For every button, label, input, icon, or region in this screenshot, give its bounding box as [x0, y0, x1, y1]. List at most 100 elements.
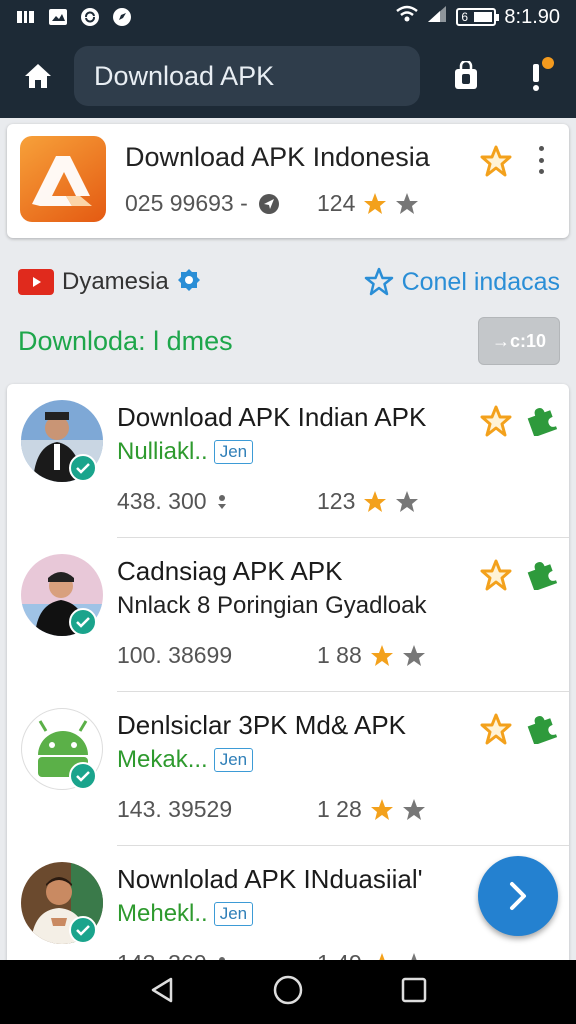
- item-rating-value: 1 88: [317, 642, 362, 668]
- install-button[interactable]: [525, 404, 558, 441]
- system-nav-bar: [0, 960, 576, 1024]
- item-title: Nownlolad APK INduasiial': [117, 864, 423, 894]
- featured-app-card[interactable]: Download APK Indonesia 025 99693 - 124: [7, 124, 569, 238]
- sync-icon: [80, 7, 100, 27]
- star-outline-icon: [480, 145, 512, 177]
- developer-row: Dyamesia Conel indacas: [18, 262, 560, 302]
- item-title: Denlsiclar 3PK Md& APK: [117, 710, 407, 740]
- verified-check-icon: [69, 916, 97, 944]
- item-title: Download APK Indian APK: [117, 402, 427, 432]
- item-count: 100. 38699: [117, 642, 232, 669]
- item-downloads: 100. 38699: [117, 642, 233, 668]
- status-bar: 6 8:1.90: [0, 0, 576, 34]
- item-subtitle: Mehekl.. Jen: [117, 900, 254, 928]
- item-rating: 1 28: [317, 796, 426, 823]
- download-indicator-icon: [217, 494, 226, 509]
- favorite-button[interactable]: [479, 144, 513, 183]
- battery-icon: 6: [456, 8, 500, 26]
- verified-check-icon: [69, 608, 97, 636]
- cell-signal-icon: [426, 5, 448, 29]
- puzzle-icon: [527, 407, 558, 438]
- star-gray-icon: [396, 490, 419, 512]
- search-input[interactable]: Download APK: [74, 46, 420, 106]
- verified-check-icon: [69, 454, 97, 482]
- signal-bars-icon: [16, 7, 36, 27]
- section-header: Downloda: l dmes →c:10: [18, 316, 560, 366]
- follow-label: Conel indacas: [401, 267, 560, 296]
- item-tag: Jen: [213, 902, 254, 926]
- search-text: Download APK: [94, 60, 275, 91]
- home-icon: [25, 64, 51, 88]
- verified-badge-icon: [177, 268, 201, 297]
- compass-icon: [112, 7, 132, 27]
- item-downloads: 143. 39529: [117, 796, 233, 822]
- item-subtitle: Nulliakl.. Jen: [117, 438, 254, 466]
- home-circle-icon: [273, 975, 303, 1004]
- item-rating-value: 1 28: [317, 796, 362, 822]
- youtube-icon: [18, 269, 54, 295]
- item-rating: 123: [317, 488, 419, 515]
- item-subtitle-text: Nnlack 8 Poringian Gyadloak: [117, 592, 427, 619]
- back-button[interactable]: [147, 975, 177, 1010]
- favorite-button[interactable]: [479, 712, 513, 751]
- list-item[interactable]: Download APK Indian APK Nulliakl.. Jen 4…: [7, 384, 569, 538]
- back-triangle-icon: [152, 977, 173, 1002]
- app-toolbar: Download APK: [0, 34, 576, 118]
- store-button[interactable]: [442, 52, 490, 100]
- list-item[interactable]: Denlsiclar 3PK Md& APK Mekak... Jen 143.…: [7, 692, 569, 846]
- favorite-button[interactable]: [479, 404, 513, 443]
- star-gray-icon: [402, 644, 425, 666]
- item-tag: Jen: [213, 440, 254, 464]
- home-button[interactable]: [14, 52, 62, 100]
- home-nav-button[interactable]: [272, 974, 304, 1011]
- install-button[interactable]: [525, 558, 558, 595]
- battery-level: 6: [461, 10, 469, 24]
- recents-square-icon: [401, 977, 426, 1002]
- puzzle-icon: [527, 715, 558, 746]
- item-subtitle-text: Mehekl..: [117, 900, 208, 927]
- alert-icon: [533, 64, 539, 91]
- star-outline-icon: [480, 405, 512, 437]
- notifications-button[interactable]: [512, 52, 560, 100]
- rating-value: 124: [317, 190, 356, 216]
- recents-button[interactable]: [399, 975, 429, 1010]
- clock: 8:1.90: [504, 5, 560, 28]
- shopping-bag-icon: [455, 61, 477, 89]
- item-rating-value: 123: [317, 488, 356, 514]
- favorite-button[interactable]: [479, 558, 513, 597]
- more-options-button[interactable]: [535, 146, 547, 174]
- item-count: 438. 300: [117, 488, 227, 515]
- star-filled-icon: [370, 644, 393, 666]
- send-icon: [258, 193, 279, 214]
- star-gray-icon: [402, 798, 425, 820]
- sort-button[interactable]: →c:10: [478, 317, 560, 365]
- app-title: Download APK Indonesia: [125, 142, 430, 172]
- app-rating: 124: [317, 190, 419, 217]
- star-filled-icon: [364, 192, 387, 214]
- developer-name[interactable]: Dyamesia: [62, 268, 169, 296]
- item-downloads: 438. 300: [117, 488, 207, 514]
- item-subtitle: Mekak... Jen: [117, 746, 254, 774]
- next-fab-button[interactable]: [478, 856, 558, 936]
- item-subtitle-text: Nulliakl..: [117, 438, 208, 465]
- item-rating: 1 88: [317, 642, 426, 669]
- notification-dot: [542, 57, 554, 69]
- app-meta: 025 99693 -: [125, 190, 280, 217]
- install-button[interactable]: [525, 712, 558, 749]
- item-tag: Jen: [213, 748, 254, 772]
- item-title: Cadnsiag APK APK: [117, 556, 343, 586]
- follow-button[interactable]: Conel indacas: [364, 267, 560, 297]
- photo-icon: [48, 7, 68, 27]
- star-outline-icon: [480, 559, 512, 591]
- star-outline-icon: [480, 713, 512, 745]
- verified-check-icon: [69, 762, 97, 790]
- chevron-right-icon: [510, 882, 526, 910]
- wifi-icon: [396, 5, 419, 29]
- item-count: 143. 39529: [117, 796, 232, 823]
- puzzle-icon: [527, 561, 558, 592]
- item-subtitle-text: Mekak...: [117, 746, 208, 773]
- app-downloads: 025 99693 -: [125, 190, 248, 216]
- star-gray-icon: [396, 192, 419, 214]
- list-item[interactable]: Cadnsiag APK APK Nnlack 8 Poringian Gyad…: [7, 538, 569, 692]
- star-filled-icon: [364, 490, 387, 512]
